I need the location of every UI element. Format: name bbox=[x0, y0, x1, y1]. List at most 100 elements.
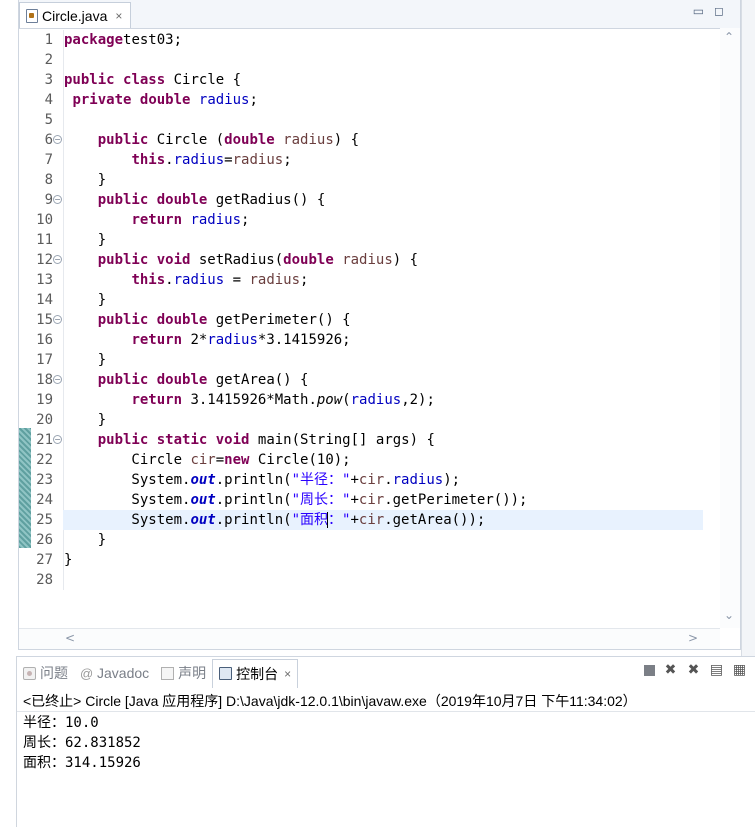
code-line[interactable]: return radius; bbox=[63, 210, 527, 230]
remove-all-launches-icon[interactable]: ✖ bbox=[686, 663, 701, 678]
remove-launch-icon[interactable]: ✖ bbox=[663, 663, 678, 678]
tab-at[interactable]: @ Javadoc bbox=[74, 659, 155, 687]
code-line[interactable]: private double radius; bbox=[63, 90, 527, 110]
code-line[interactable]: } bbox=[63, 290, 527, 310]
maximize-icon[interactable]: ◻ bbox=[714, 4, 724, 18]
code-line[interactable]: this.radius=radius; bbox=[63, 150, 527, 170]
code-token: 2* bbox=[182, 332, 208, 348]
tab-problems[interactable]: 问题 bbox=[17, 659, 74, 687]
fold-toggle-icon[interactable]: − bbox=[53, 135, 62, 144]
code-line[interactable]: public double getRadius() { bbox=[63, 190, 527, 210]
close-tab-icon[interactable]: × bbox=[115, 9, 122, 23]
code-line[interactable] bbox=[63, 110, 527, 130]
line-number: 13 bbox=[36, 272, 53, 288]
code-area[interactable]: 1 2 3 4 5 6 7 8 9 10 11 12 13 14 15 16 17 18 19 20 21 22 23 24 2… bbox=[19, 28, 740, 628]
code-token: radius bbox=[232, 152, 284, 168]
code-token: out bbox=[190, 472, 216, 488]
code-editor[interactable]: Circle.java × ▭ ◻ 1 2 3 4 5 6 7 8 9 10 11 12 13 14 15 1… bbox=[18, 0, 741, 650]
console-icon bbox=[219, 667, 233, 680]
code-line[interactable]: this.radius = radius; bbox=[63, 270, 527, 290]
line-number: 12 bbox=[36, 252, 53, 268]
scroll-up-icon[interactable]: ⌃ bbox=[724, 30, 734, 44]
code-token: .println( bbox=[215, 472, 292, 488]
code-line[interactable]: public void setRadius(double radius) { bbox=[63, 250, 527, 270]
line-number: 3 bbox=[44, 72, 53, 88]
code-line[interactable]: System.out.println("面积："+cir.getArea()); bbox=[63, 510, 527, 530]
code-token: System. bbox=[64, 512, 191, 528]
code-token: + bbox=[350, 492, 359, 508]
code-line[interactable]: } bbox=[63, 550, 527, 570]
code-token: = bbox=[215, 452, 225, 468]
code-line[interactable]: } bbox=[63, 530, 527, 550]
code-token: double bbox=[139, 92, 191, 108]
code-token: ：" bbox=[328, 512, 351, 528]
pin-console-icon[interactable]: ▦ bbox=[732, 663, 747, 678]
code-token: .println( bbox=[215, 492, 292, 508]
source-code[interactable]: packagetest03; public class Circle { pri… bbox=[63, 30, 527, 590]
fold-toggle-icon[interactable]: − bbox=[53, 435, 62, 444]
fold-toggle-icon[interactable]: − bbox=[53, 315, 62, 324]
code-token: ( bbox=[342, 392, 351, 408]
code-token: ) { bbox=[392, 252, 419, 268]
minimize-icon[interactable]: ▭ bbox=[693, 4, 704, 18]
code-token: . bbox=[165, 272, 174, 288]
terminate-icon[interactable] bbox=[644, 665, 655, 676]
line-number: 21 bbox=[36, 432, 53, 448]
code-token: *3.1415926; bbox=[257, 332, 351, 348]
code-token: } bbox=[64, 532, 107, 548]
code-token: + bbox=[350, 472, 359, 488]
close-view-icon[interactable]: × bbox=[284, 667, 291, 681]
fold-toggle-icon[interactable]: − bbox=[53, 375, 62, 384]
code-line[interactable] bbox=[63, 570, 527, 590]
vertical-scrollbar[interactable]: ⌃ ⌄ bbox=[720, 28, 740, 628]
code-line[interactable]: Circle cir=new Circle(10); bbox=[63, 450, 527, 470]
code-line[interactable]: } bbox=[63, 170, 527, 190]
code-line[interactable] bbox=[63, 50, 527, 70]
scroll-down-icon[interactable]: ⌄ bbox=[724, 608, 734, 622]
tab-console[interactable]: 控制台 × bbox=[212, 658, 299, 688]
code-token: double bbox=[156, 192, 208, 208]
scroll-left-icon[interactable]: < bbox=[65, 631, 75, 645]
scroll-right-icon[interactable]: > bbox=[688, 631, 698, 645]
scroll-lock-icon[interactable]: ▤ bbox=[709, 663, 724, 678]
code-line[interactable]: return 3.1415926*Math.pow(radius,2); bbox=[63, 390, 527, 410]
code-token: double bbox=[283, 252, 334, 268]
code-token: radius bbox=[392, 472, 444, 488]
code-token: this bbox=[131, 272, 166, 288]
code-line[interactable]: public class Circle { bbox=[63, 70, 527, 90]
code-line[interactable]: } bbox=[63, 350, 527, 370]
fold-toggle-icon[interactable]: − bbox=[53, 195, 62, 204]
console-output[interactable]: 半径：10.0 周长：62.831852 面积：314.15926 bbox=[23, 713, 141, 773]
code-line[interactable]: public double getPerimeter() { bbox=[63, 310, 527, 330]
horizontal-scrollbar[interactable]: < > bbox=[19, 628, 720, 649]
console-toolbar: ✖ ✖ ▤ ▦ bbox=[644, 663, 747, 678]
code-token: return bbox=[131, 212, 183, 228]
code-token: .getPerimeter()); bbox=[384, 492, 528, 508]
code-token: public bbox=[97, 432, 149, 448]
code-line[interactable]: public Circle (double radius) { bbox=[63, 130, 527, 150]
code-line[interactable]: return 2*radius*3.1415926; bbox=[63, 330, 527, 350]
code-token: pow bbox=[316, 392, 343, 408]
code-token: Circle bbox=[64, 452, 191, 468]
code-token: getRadius() { bbox=[207, 192, 326, 208]
code-token: Circle { bbox=[165, 72, 242, 88]
code-line[interactable]: public double getArea() { bbox=[63, 370, 527, 390]
line-number: 24 bbox=[36, 492, 53, 508]
tab-circle-java[interactable]: Circle.java × bbox=[19, 2, 132, 28]
code-line[interactable]: System.out.println("半径："+cir.radius); bbox=[63, 470, 527, 490]
line-number: 27 bbox=[36, 552, 53, 568]
code-line[interactable]: System.out.println("周长："+cir.getPerimete… bbox=[63, 490, 527, 510]
code-line[interactable]: } bbox=[63, 410, 527, 430]
code-line[interactable]: } bbox=[63, 230, 527, 250]
fold-toggle-icon[interactable]: − bbox=[53, 255, 62, 264]
code-token: new bbox=[224, 452, 250, 468]
code-token: cir bbox=[358, 492, 385, 508]
code-line[interactable]: packagetest03; bbox=[63, 30, 527, 50]
tab-declaration[interactable]: 声明 bbox=[155, 659, 212, 687]
code-line[interactable]: public static void main(String[] args) { bbox=[63, 430, 527, 450]
